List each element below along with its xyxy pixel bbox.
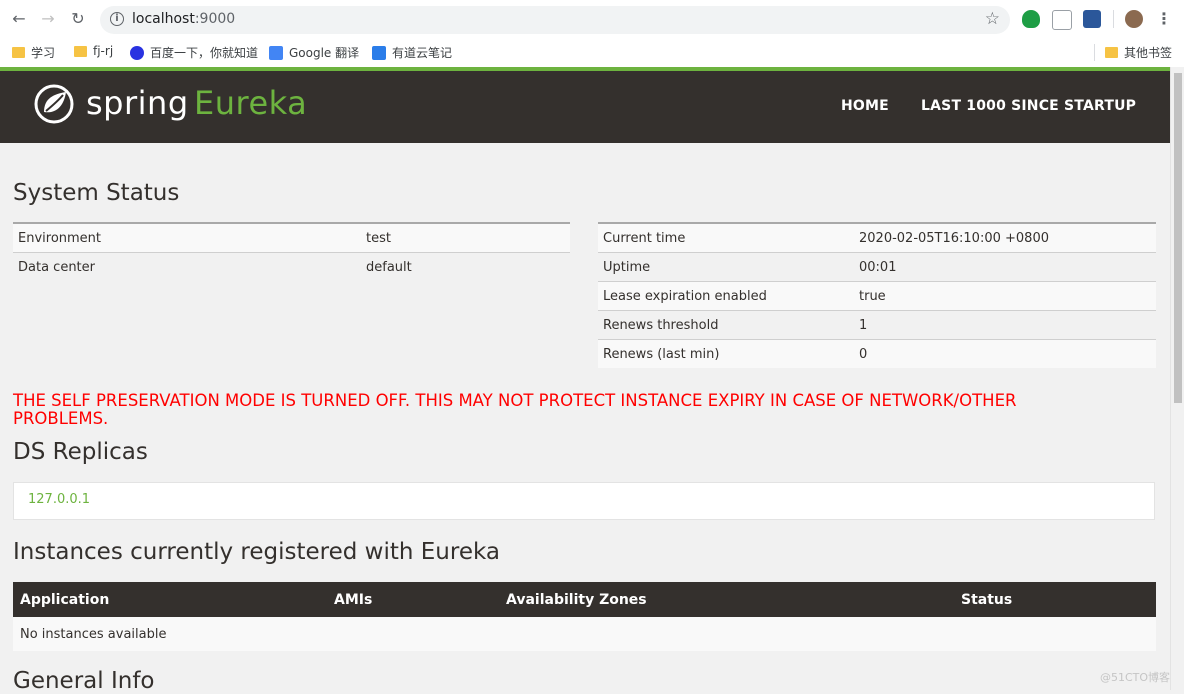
status-label: Environment [13,222,361,253]
spring-leaf-icon[interactable] [34,84,74,124]
table-row: No instances available [13,617,1156,651]
status-label: Lease expiration enabled [598,281,854,311]
general-info-title: General Info [13,668,155,694]
table-row: Renews threshold 1 [598,310,1156,340]
other-bookmarks[interactable]: 其他书签 [1105,44,1172,61]
bookmark-label: 学习 [31,46,56,60]
system-status-title: System Status [13,180,180,206]
bookmarks-divider [1094,44,1095,61]
logo-eureka-text[interactable]: Eureka [194,84,307,122]
youdao-note-icon [372,45,386,60]
no-instances-text: No instances available [13,617,1156,651]
google-translate-icon [269,45,283,60]
table-row: Renews (last min) 0 [598,339,1156,368]
status-value: 0 [854,339,1156,368]
status-label: Renews threshold [598,310,854,340]
table-row: Environment test [13,222,570,253]
table-row: Uptime 00:01 [598,252,1156,282]
bookmark-item[interactable]: fj-rj [74,44,113,58]
status-value: 00:01 [854,252,1156,282]
table-row: Lease expiration enabled true [598,281,1156,311]
url-text[interactable]: localhost:9000 [132,11,235,27]
replicas-list: 127.0.0.1 [13,482,1155,520]
status-label: Uptime [598,252,854,282]
status-label: Current time [598,222,854,253]
page-scrollbar[interactable] [1170,67,1184,690]
toolbar-divider [1113,10,1114,28]
avatar[interactable] [1125,10,1143,28]
bookmark-star-icon[interactable]: ☆ [985,9,1000,29]
ds-replicas-title: DS Replicas [13,439,148,465]
status-value: true [854,281,1156,311]
bookmark-item[interactable]: 有道云笔记 [372,44,452,61]
watermark: @51CTO博客 [1100,671,1171,684]
extension-icon[interactable] [1052,10,1072,30]
column-header-availability-zones: Availability Zones [499,582,954,617]
folder-icon [1105,47,1118,58]
bookmark-item[interactable]: 百度一下，你就知道 [130,44,258,61]
instances-table: Application AMIs Availability Zones Stat… [13,582,1156,651]
column-header-amis: AMIs [327,582,499,617]
folder-icon [74,45,87,57]
reload-icon[interactable]: ↻ [68,9,88,29]
logo-spring-text[interactable]: spring [86,84,189,122]
back-arrow-icon[interactable]: ← [9,9,29,29]
bookmark-label: fj-rj [93,44,114,58]
status-value: 1 [854,310,1156,340]
site-header: spring Eureka HOME LAST 1000 SINCE START… [0,71,1170,143]
bookmark-item[interactable]: Google 翻译 [269,44,359,61]
column-header-application: Application [13,582,327,617]
nav-last-1000-link[interactable]: LAST 1000 SINCE STARTUP [921,98,1136,114]
status-value: test [361,222,570,253]
menu-kebab-icon[interactable]: ⋮ [1154,9,1174,29]
baidu-icon [130,45,144,60]
status-label: Data center [13,252,361,281]
bookmark-item[interactable]: 学习 [12,44,55,61]
column-header-status: Status [954,582,1156,617]
system-status-left-table: Environment test Data center default [13,222,570,281]
address-bar[interactable]: i localhost:9000 ☆ [100,6,1010,34]
forward-extension-icon[interactable] [1083,10,1101,28]
system-status-right-table: Current time 2020-02-05T16:10:00 +0800 U… [598,222,1156,368]
browser-toolbar: ← → ↻ i localhost:9000 ☆ ⋮ [0,0,1184,38]
table-header-row: Application AMIs Availability Zones Stat… [13,582,1156,617]
bookmark-label: 其他书签 [1124,46,1173,60]
table-row: Current time 2020-02-05T16:10:00 +0800 [598,222,1156,253]
nav-home-link[interactable]: HOME [841,98,889,114]
info-icon[interactable]: i [110,12,124,26]
folder-icon [12,47,25,58]
bookmark-label: 有道云笔记 [392,46,453,60]
forward-arrow-icon[interactable]: → [38,9,58,29]
replica-link[interactable]: 127.0.0.1 [28,492,90,507]
bookmark-label: 百度一下，你就知道 [150,46,259,60]
table-row: Data center default [13,252,570,281]
status-value: default [361,252,570,281]
shield-extension-icon[interactable] [1022,10,1040,28]
self-preservation-warning: THE SELF PRESERVATION MODE IS TURNED OFF… [13,391,1017,428]
bookmark-label: Google 翻译 [289,46,360,60]
instances-title: Instances currently registered with Eure… [13,539,500,565]
bookmarks-bar: 学习 fj-rj 百度一下，你就知道 Google 翻译 有道云笔记 其他书签 [0,38,1184,68]
scrollbar-thumb[interactable] [1174,73,1182,403]
status-value: 2020-02-05T16:10:00 +0800 [854,222,1156,253]
status-label: Renews (last min) [598,339,854,368]
